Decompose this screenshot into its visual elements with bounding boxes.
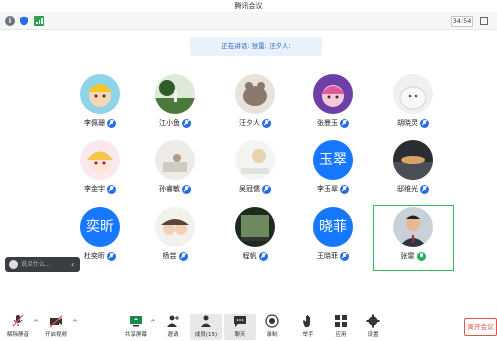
meeting-topbar: i 34:54 <box>0 12 497 30</box>
meeting-toolbar: 解除静音 ^ 开启视频 ^ 共享屏幕 ^ 邀请 成员(15) 聊天 录制 举手 … <box>0 308 497 341</box>
signal-icon[interactable] <box>34 16 44 26</box>
participant-tile[interactable]: 玉翠 李玉翠 <box>294 140 372 202</box>
participant-name: 汪夕人 <box>239 119 260 127</box>
participant-name: 杜奕昕 <box>84 252 105 260</box>
leave-meeting-button[interactable]: 离开会议 <box>464 318 497 336</box>
participant-tile[interactable]: 孙睿敏 <box>136 140 214 202</box>
participant-name: 杨芸 <box>162 252 177 260</box>
mic-icon <box>420 118 429 128</box>
mic-icon <box>262 184 271 194</box>
participant-tile[interactable]: 张曼玉 <box>294 74 372 136</box>
members-button[interactable]: 成员(15) <box>190 314 222 340</box>
apps-button[interactable]: 应用 <box>325 314 357 340</box>
photo-avatar <box>235 140 275 180</box>
text-avatar: 奕昕 <box>80 207 120 247</box>
photo-avatar <box>235 207 275 247</box>
record-icon <box>265 314 279 328</box>
participant-name: 张曼玉 <box>317 119 338 127</box>
mic-icon <box>107 251 116 261</box>
gear-icon <box>366 314 380 328</box>
members-icon <box>201 315 211 327</box>
participant-name: 李佩珊 <box>84 119 105 127</box>
info-icon[interactable]: i <box>5 16 15 26</box>
mic-muted-icon <box>12 314 24 327</box>
share-screen-icon <box>130 316 142 327</box>
invite-icon <box>167 315 179 327</box>
video-options-caret[interactable]: ^ <box>72 319 78 327</box>
window-titlebar: 腾讯会议 <box>0 0 497 12</box>
hand-icon <box>303 315 310 327</box>
mic-icon <box>340 184 349 194</box>
invite-button[interactable]: 邀请 <box>157 314 189 340</box>
cartoon-avatar <box>80 74 120 114</box>
photo-avatar <box>393 140 433 180</box>
photo-avatar <box>393 74 433 114</box>
photo-avatar <box>155 140 195 180</box>
chat-preview-text: 说点什么... <box>21 261 51 268</box>
participant-name: 李玉翠 <box>317 185 338 193</box>
participant-tile[interactable]: 李金宇 <box>61 140 139 202</box>
cartoon-avatar <box>80 140 120 180</box>
collapse-icon[interactable]: ‹ <box>71 257 74 272</box>
mic-icon <box>262 118 271 128</box>
mic-icon <box>178 251 188 261</box>
participant-tile[interactable]: 胡晓灵 <box>374 74 452 136</box>
participant-tile[interactable]: 程帆 <box>216 207 294 269</box>
record-button[interactable]: 录制 <box>256 314 288 340</box>
mic-icon <box>182 118 191 128</box>
meeting-timer: 34:54 <box>451 16 473 27</box>
mic-icon <box>340 118 349 128</box>
participant-tile[interactable]: 江小鱼 <box>136 74 214 136</box>
participant-name: 胡晓灵 <box>397 119 418 127</box>
emoji-icon[interactable] <box>9 260 18 269</box>
unmute-button[interactable]: 解除静音 <box>2 314 34 340</box>
active-speaker-frame <box>373 205 454 271</box>
camera-off-icon <box>49 315 63 328</box>
apps-icon <box>335 315 347 327</box>
shield-icon[interactable] <box>19 16 29 26</box>
participant-tile[interactable]: 杨芸 <box>136 207 214 269</box>
participant-tile[interactable]: 汪夕人 <box>216 74 294 136</box>
participant-name: 王晓菲 <box>317 252 338 260</box>
settings-button[interactable]: 设置 <box>357 314 389 340</box>
cartoon-avatar <box>313 74 353 114</box>
mic-icon <box>107 184 116 194</box>
speaking-indicator: 正在讲话: 张雷; 汪夕人; <box>190 37 322 56</box>
fullscreen-icon[interactable] <box>480 17 488 25</box>
mic-icon <box>107 118 116 128</box>
text-avatar: 玉翠 <box>313 140 353 180</box>
participant-tile[interactable]: 李佩珊 <box>61 74 139 136</box>
participant-tile[interactable]: 晓菲 王晓菲 <box>294 207 372 269</box>
participant-name: 孙睿敏 <box>159 185 180 193</box>
photo-avatar <box>155 207 195 247</box>
participant-name: 邸维光 <box>397 185 418 193</box>
participant-tile[interactable]: 吴冠儒 <box>216 140 294 202</box>
chat-preview[interactable]: 说点什么... ‹ <box>5 257 80 272</box>
video-button[interactable]: 开启视频 <box>40 314 72 340</box>
participant-name: 李金宇 <box>84 185 105 193</box>
mic-icon <box>340 251 349 261</box>
mic-icon <box>182 184 191 194</box>
photo-avatar <box>235 74 275 114</box>
participant-name: 江小鱼 <box>159 119 180 127</box>
raise-hand-button[interactable]: 举手 <box>292 314 324 340</box>
window-title: 腾讯会议 <box>234 2 263 10</box>
photo-avatar <box>155 74 195 114</box>
chat-button[interactable]: 聊天 <box>224 314 256 340</box>
share-options-caret[interactable]: ^ <box>150 319 156 327</box>
mic-icon <box>420 184 429 194</box>
chat-icon <box>234 316 246 327</box>
mic-icon <box>258 251 268 261</box>
share-screen-button[interactable]: 共享屏幕 <box>120 314 152 340</box>
participant-name: 吴冠儒 <box>239 185 260 193</box>
participant-tile[interactable]: 邸维光 <box>374 140 452 202</box>
text-avatar: 晓菲 <box>313 207 353 247</box>
participant-name: 程帆 <box>242 252 257 260</box>
unmute-options-caret[interactable]: ^ <box>33 319 39 327</box>
